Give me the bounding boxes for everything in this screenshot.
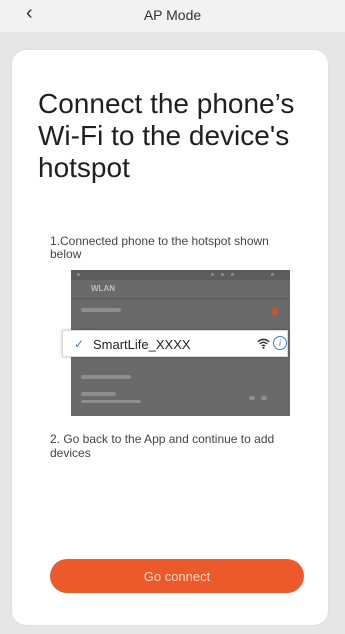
page-title: AP Mode	[143, 7, 202, 23]
status-dot	[211, 273, 214, 276]
status-dot	[221, 273, 224, 276]
blurred-text-line	[81, 308, 121, 312]
wifi-icon	[257, 338, 270, 349]
status-dot	[271, 273, 274, 276]
network-name: SmartLife_XXXX	[93, 337, 191, 352]
illustration-status-bar	[71, 270, 290, 280]
blurred-text-line	[81, 375, 131, 379]
hotspot-network-row: ✓ SmartLife_XXXX i	[62, 330, 288, 357]
info-icon: i	[273, 336, 287, 350]
status-dot	[77, 273, 80, 276]
toggle-indicator	[271, 308, 278, 315]
blurred-icon	[249, 396, 255, 400]
illustration-wlan-label: WLAN	[91, 284, 115, 293]
blurred-text-line	[81, 392, 116, 396]
check-icon: ✓	[74, 337, 85, 351]
go-connect-button[interactable]: Go connect	[50, 559, 304, 593]
blurred-text-line	[81, 400, 141, 403]
status-dot	[231, 273, 234, 276]
step-1-text: 1.Connected phone to the hotspot shown b…	[50, 234, 269, 261]
top-bar: ‹ AP Mode	[0, 0, 345, 32]
step-2-text: 2. Go back to the App and continue to ad…	[50, 432, 275, 460]
blurred-icon	[261, 396, 267, 400]
divider	[71, 298, 290, 299]
instruction-heading: Connect the phone’s Wi-Fi to the device'…	[38, 88, 295, 183]
